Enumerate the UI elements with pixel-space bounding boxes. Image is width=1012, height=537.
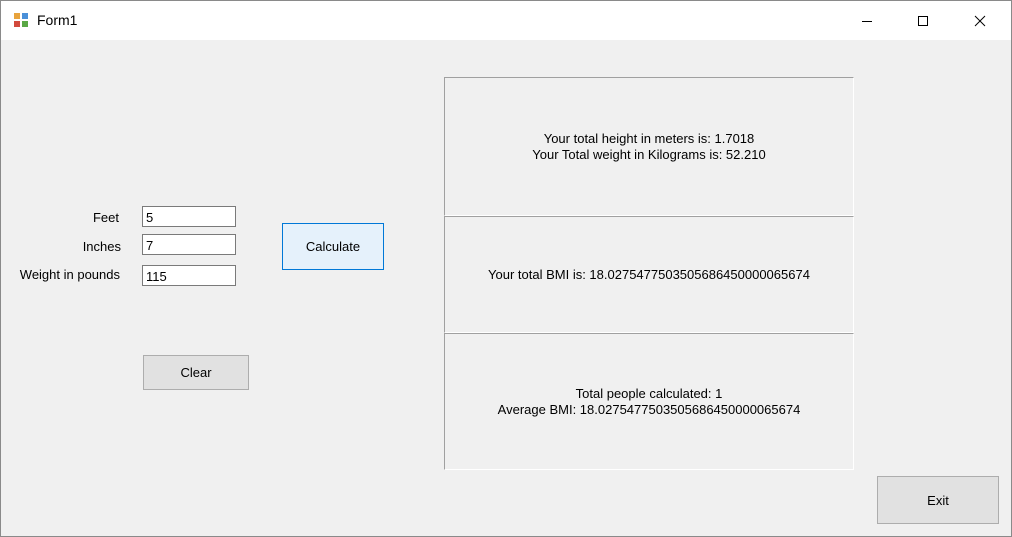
app-icon bbox=[14, 13, 28, 27]
minimize-icon bbox=[862, 20, 872, 22]
close-icon bbox=[974, 15, 986, 26]
inches-label: Inches bbox=[82, 239, 121, 254]
weight-input[interactable]: 115 bbox=[142, 265, 236, 286]
feet-label: Feet bbox=[92, 210, 119, 225]
close-button[interactable] bbox=[957, 1, 1003, 40]
weight-label: Weight in pounds bbox=[19, 267, 120, 282]
inches-input[interactable]: 7 bbox=[142, 234, 236, 255]
exit-button[interactable]: Exit bbox=[877, 476, 999, 524]
height-weight-panel: Your total height in meters is: 1.7018 Y… bbox=[444, 77, 854, 216]
maximize-icon bbox=[918, 15, 928, 26]
stats-panel: Total people calculated: 1 Average BMI: … bbox=[444, 333, 854, 470]
title-bar[interactable]: Form1 bbox=[1, 1, 1011, 40]
bmi-result: Your total BMI is: 18.027547750350568645… bbox=[488, 266, 810, 282]
calculate-button[interactable]: Calculate bbox=[282, 223, 384, 270]
minimize-button[interactable] bbox=[844, 1, 890, 40]
height-result: Your total height in meters is: 1.7018 bbox=[543, 130, 755, 146]
form1-window: Form1 Feet 5 Inches 7 Weight in pounds 1… bbox=[0, 0, 1012, 537]
weight-result: Your Total weight in Kilograms is: 52.21… bbox=[532, 146, 766, 162]
feet-input[interactable]: 5 bbox=[142, 206, 236, 227]
average-bmi: Average BMI: 18.027547750350568645000006… bbox=[497, 401, 801, 417]
people-count: Total people calculated: 1 bbox=[575, 385, 723, 401]
clear-button[interactable]: Clear bbox=[143, 355, 249, 390]
bmi-panel: Your total BMI is: 18.027547750350568645… bbox=[444, 216, 854, 333]
maximize-button[interactable] bbox=[900, 1, 946, 40]
window-title: Form1 bbox=[37, 12, 78, 28]
